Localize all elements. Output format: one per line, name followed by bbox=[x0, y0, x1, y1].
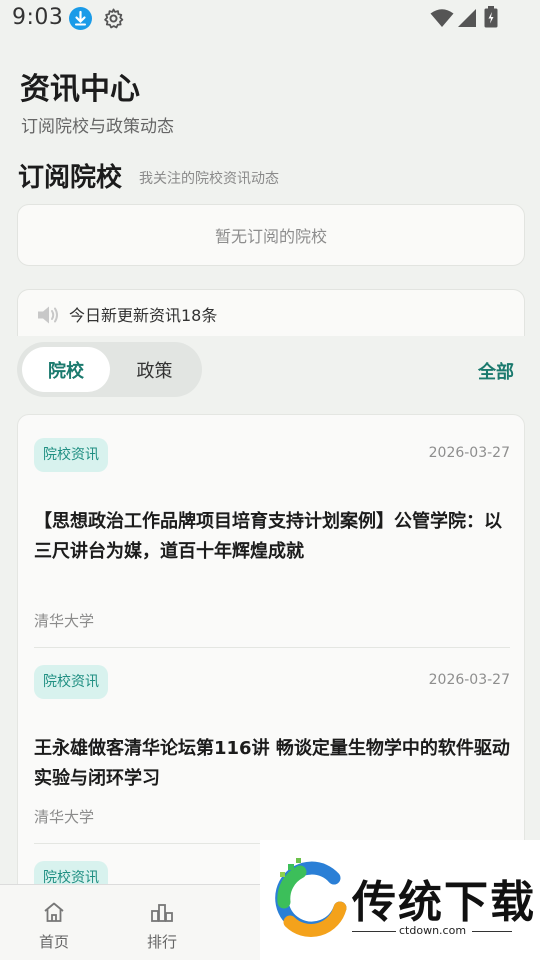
gear-icon bbox=[102, 7, 125, 30]
subscribed-empty-card[interactable]: 暂无订阅的院校 bbox=[17, 204, 525, 266]
page-title: 资讯中心 bbox=[20, 72, 140, 107]
watermark-divider bbox=[352, 931, 396, 932]
news-source: 清华大学 bbox=[34, 612, 95, 630]
news-tag: 院校资讯 bbox=[34, 438, 108, 472]
nav-item-ranking[interactable]: 排行 bbox=[108, 885, 216, 960]
news-date: 2026-03-27 bbox=[428, 672, 510, 688]
update-notice-text: 今日新更新资讯18条 bbox=[69, 306, 218, 325]
watermark-brand: 传统下载 bbox=[352, 877, 536, 928]
news-item[interactable]: 院校资讯 2026-03-27 【思想政治工作品牌项目培育支持计划案例】公管学院… bbox=[18, 415, 524, 648]
nav-item-home[interactable]: 首页 bbox=[0, 885, 108, 960]
news-tag: 院校资讯 bbox=[34, 665, 108, 699]
logo-icon bbox=[270, 856, 354, 940]
news-item[interactable]: 院校资讯 2026-03-27 王永雄做客清华论坛第116讲 畅谈定量生物学中的… bbox=[18, 648, 524, 843]
category-tabs: 院校 政策 bbox=[17, 342, 202, 397]
view-all-link[interactable]: 全部 bbox=[478, 358, 514, 384]
status-bar: 9:03 bbox=[0, 0, 540, 38]
news-source: 清华大学 bbox=[34, 808, 95, 826]
news-title: 【思想政治工作品牌项目培育支持计划案例】公管学院：以三尺讲台为媒，道百十年辉煌成… bbox=[34, 511, 502, 562]
subscribed-section-subtitle: 我关注的院校资讯动态 bbox=[139, 171, 279, 187]
battery-icon bbox=[484, 6, 498, 28]
signal-icon bbox=[457, 8, 477, 28]
ranking-icon bbox=[150, 901, 174, 923]
tab-policy[interactable]: 政策 bbox=[117, 347, 192, 392]
nav-label: 排行 bbox=[146, 933, 177, 951]
watermark-divider bbox=[472, 931, 512, 932]
empty-state-text: 暂无订阅的院校 bbox=[214, 227, 327, 246]
tab-schools[interactable]: 院校 bbox=[22, 347, 110, 392]
news-date: 2026-03-27 bbox=[428, 445, 510, 461]
page-subtitle: 订阅院校与政策动态 bbox=[21, 117, 174, 137]
status-time: 9:03 bbox=[12, 5, 64, 30]
watermark-url: ctdown.com bbox=[399, 924, 467, 937]
speaker-icon bbox=[36, 304, 60, 326]
news-title: 王永雄做客清华论坛第116讲 畅谈定量生物学中的软件驱动实验与闭环学习 bbox=[34, 738, 510, 789]
download-icon bbox=[69, 7, 92, 30]
wifi-icon bbox=[430, 8, 454, 28]
watermark-logo: 传统下载 ctdown.com bbox=[260, 840, 540, 960]
update-notice[interactable]: 今日新更新资讯18条 bbox=[17, 289, 525, 336]
subscribed-section-title: 订阅院校 bbox=[18, 163, 123, 193]
home-icon bbox=[42, 901, 66, 923]
nav-label: 首页 bbox=[38, 933, 69, 951]
